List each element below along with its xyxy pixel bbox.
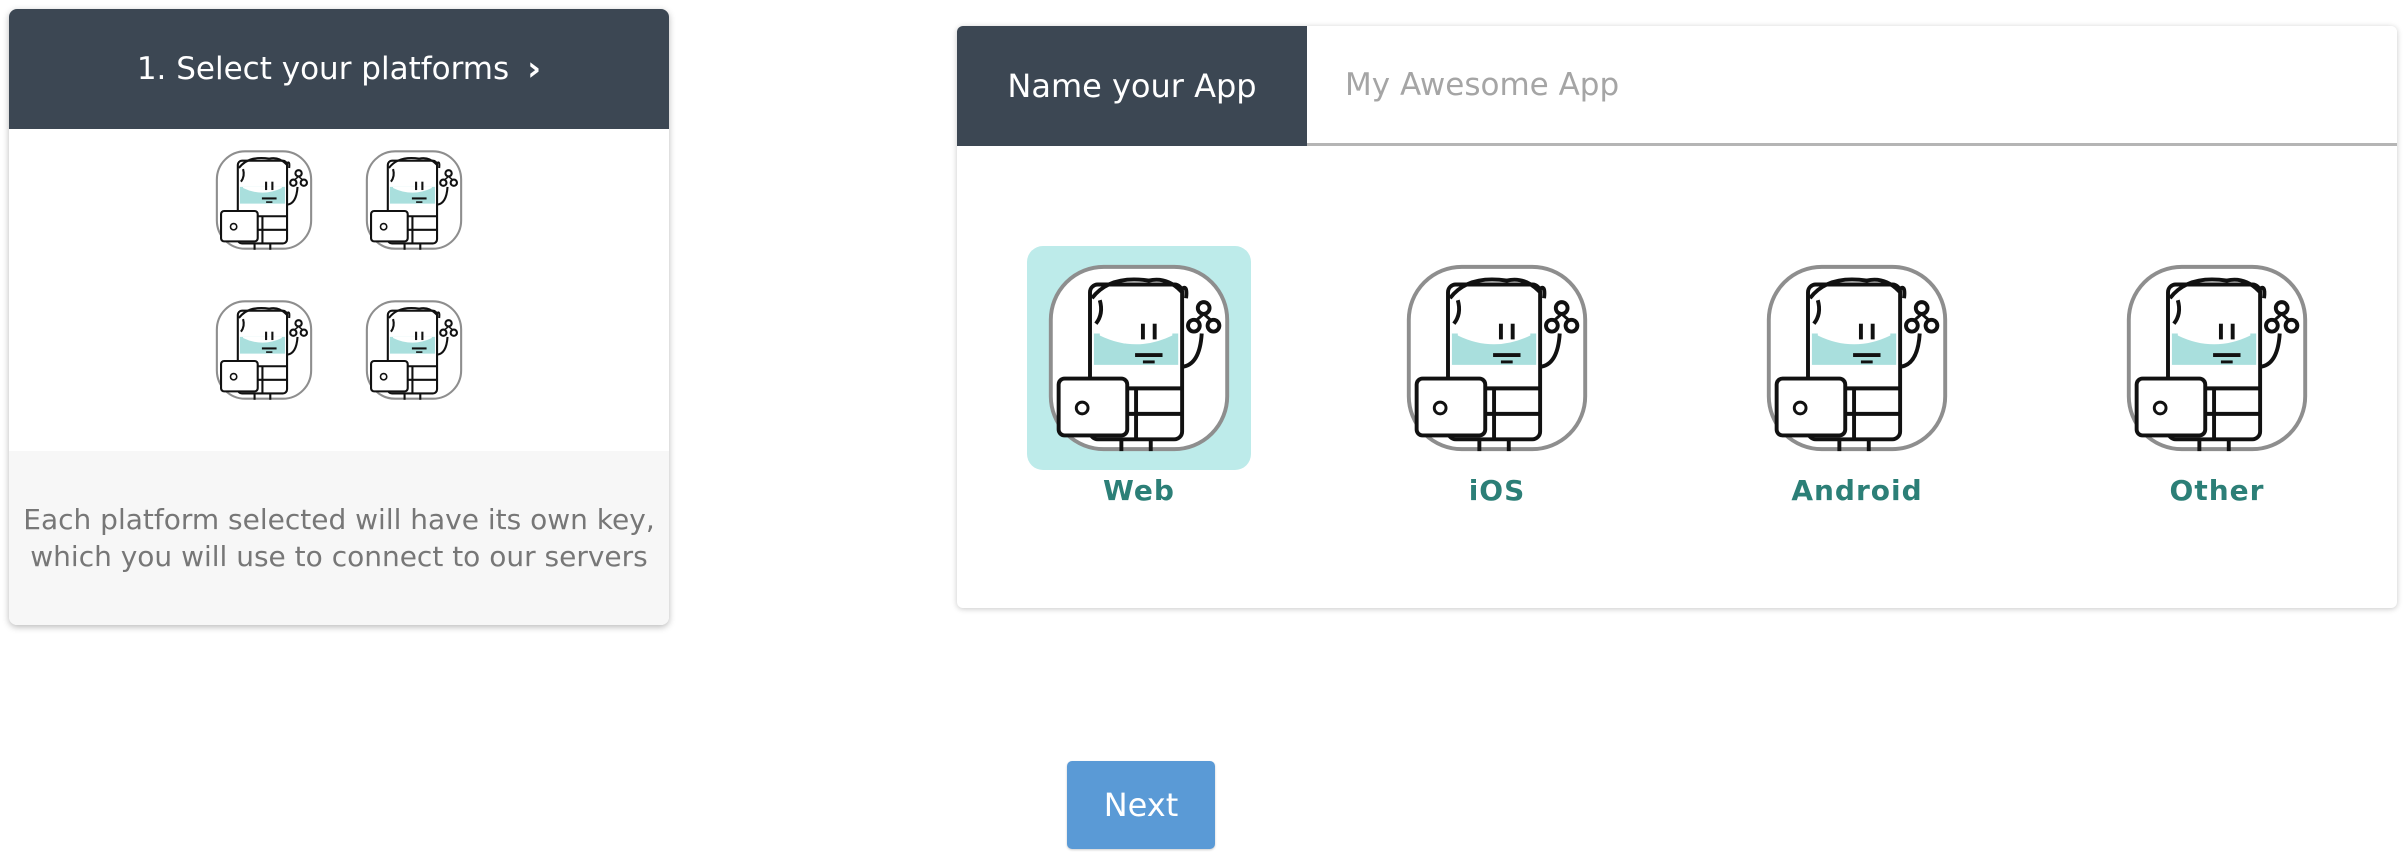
chevron-right-icon: ›	[527, 49, 542, 89]
app-name-label: Name your App	[957, 26, 1307, 146]
device-character-icon	[2119, 255, 2315, 461]
step-title: 1. Select your platforms	[136, 51, 510, 87]
platform-option-ios[interactable]: iOS	[1385, 246, 1609, 507]
platform-option-web[interactable]: Web	[1027, 246, 1251, 507]
device-character-icon	[1759, 255, 1955, 461]
platform-preview-grid	[9, 129, 669, 459]
description-line: Each platform selected will have its own…	[23, 503, 655, 536]
device-character-icon	[361, 295, 467, 405]
platform-option-other[interactable]: Other	[2105, 246, 2329, 507]
description-line: which you will use to connect to our ser…	[30, 540, 648, 573]
app-name-input[interactable]	[1307, 26, 2397, 146]
device-character-icon	[1041, 255, 1237, 461]
platform-option-android[interactable]: Android	[1745, 246, 1969, 507]
platform-label: Android	[1791, 474, 1923, 507]
device-character-icon	[1399, 255, 1595, 461]
platform-label: iOS	[1468, 474, 1526, 507]
device-character-icon	[211, 295, 317, 405]
app-setup-card: Name your App Web iOS Android Other	[957, 26, 2397, 608]
platform-step-card: 1. Select your platforms › Each platform…	[9, 9, 669, 625]
platform-tile[interactable]	[2105, 246, 2329, 470]
next-button[interactable]: Next	[1067, 761, 1215, 849]
step-description: Each platform selected will have its own…	[9, 451, 669, 625]
platform-label: Other	[2169, 474, 2265, 507]
platform-tile[interactable]	[1027, 246, 1251, 470]
platform-tile[interactable]	[1745, 246, 1969, 470]
platform-tile[interactable]	[1385, 246, 1609, 470]
device-character-icon	[361, 145, 467, 255]
step-header[interactable]: 1. Select your platforms ›	[9, 9, 669, 129]
device-character-icon	[211, 145, 317, 255]
platform-label: Web	[1103, 474, 1175, 507]
